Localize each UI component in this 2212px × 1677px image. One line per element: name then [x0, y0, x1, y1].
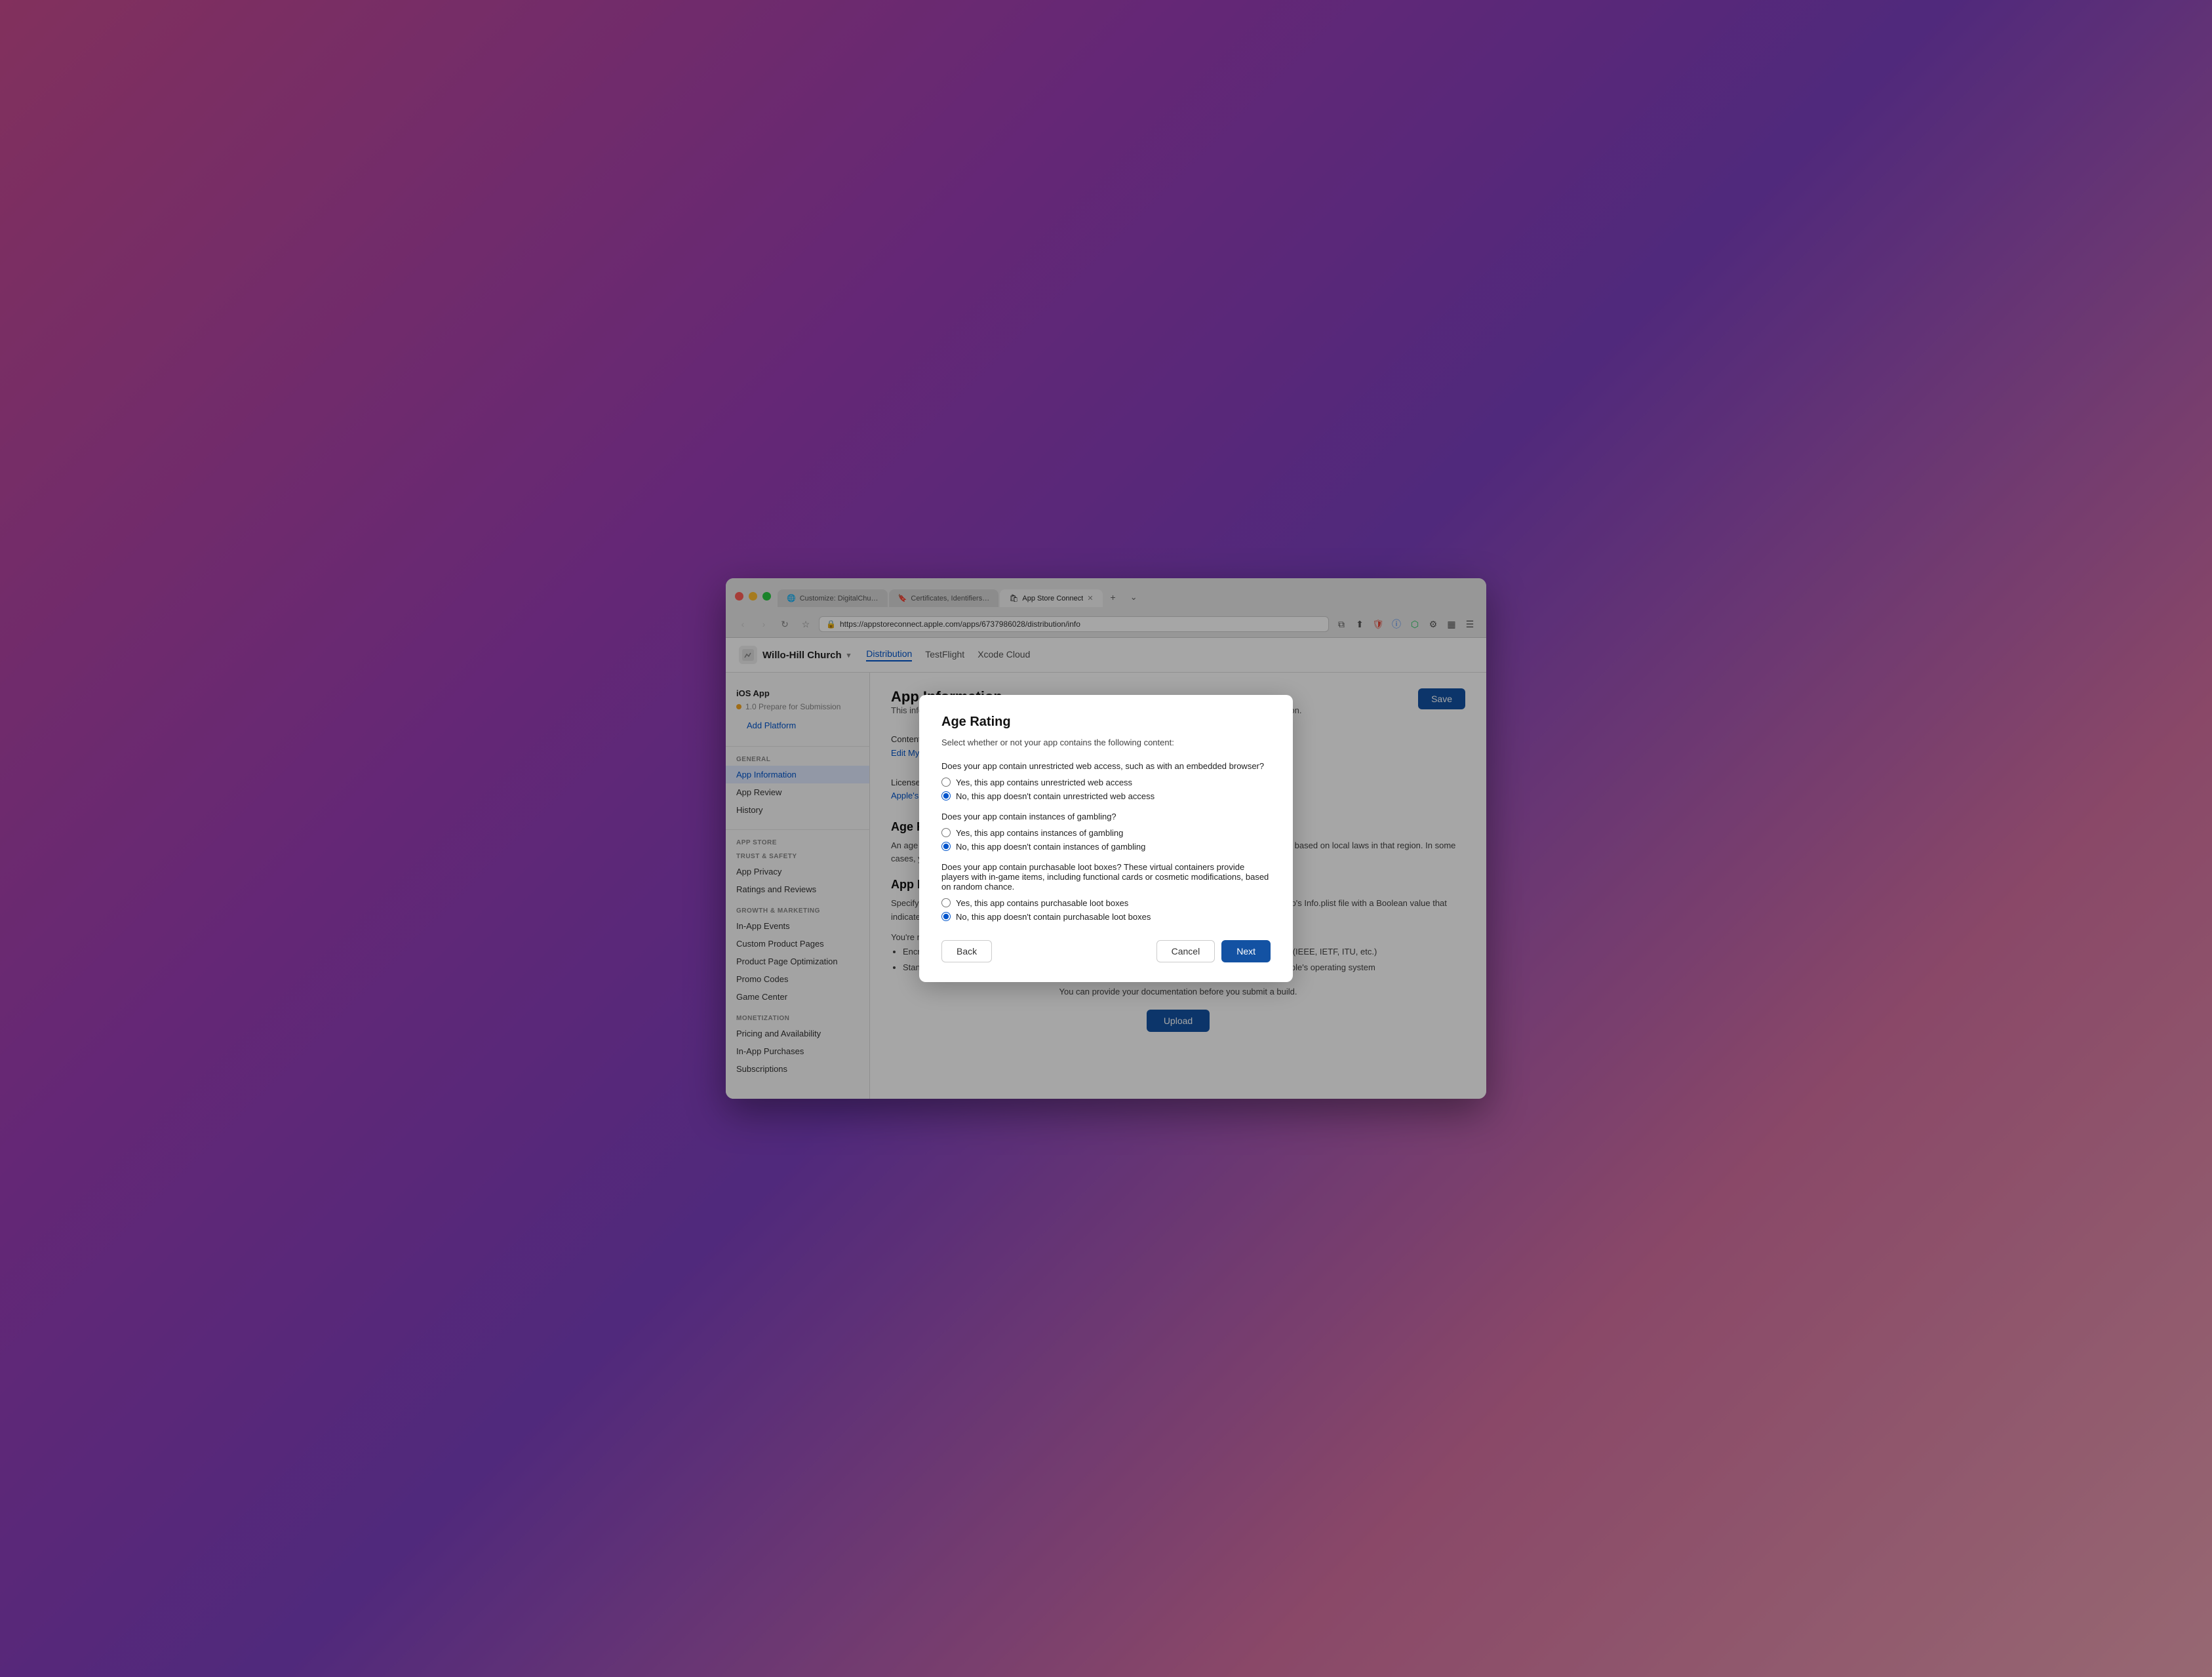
next-button[interactable]: Next: [1221, 940, 1271, 962]
modal-option-3b[interactable]: No, this app doesn't contain purchasable…: [941, 912, 1271, 922]
modal-overlay[interactable]: Age Rating Select whether or not your ap…: [0, 0, 2212, 1677]
modal-title: Age Rating: [941, 715, 1271, 730]
option-label-1b: No, this app doesn't contain unrestricte…: [956, 791, 1155, 801]
modal-question-3: Does your app contain purchasable loot b…: [941, 862, 1271, 892]
modal-question-1: Does your app contain unrestricted web a…: [941, 761, 1271, 771]
cancel-button[interactable]: Cancel: [1156, 940, 1215, 962]
modal-option-2a[interactable]: Yes, this app contains instances of gamb…: [941, 828, 1271, 838]
modal-option-1a[interactable]: Yes, this app contains unrestricted web …: [941, 778, 1271, 787]
modal-options-2: Yes, this app contains instances of gamb…: [941, 828, 1271, 852]
back-button[interactable]: Back: [941, 940, 992, 962]
radio-q1-yes[interactable]: [941, 778, 951, 787]
modal-option-2b[interactable]: No, this app doesn't contain instances o…: [941, 842, 1271, 852]
radio-q2-no[interactable]: [941, 842, 951, 851]
modal-options-1: Yes, this app contains unrestricted web …: [941, 778, 1271, 801]
radio-q3-yes[interactable]: [941, 898, 951, 907]
modal-question-2: Does your app contain instances of gambl…: [941, 812, 1271, 821]
option-label-2b: No, this app doesn't contain instances o…: [956, 842, 1145, 852]
option-label-1a: Yes, this app contains unrestricted web …: [956, 778, 1132, 787]
radio-q3-no[interactable]: [941, 912, 951, 921]
radio-q2-yes[interactable]: [941, 828, 951, 837]
modal-intro: Select whether or not your app contains …: [941, 736, 1271, 749]
modal-option-1b[interactable]: No, this app doesn't contain unrestricte…: [941, 791, 1271, 801]
radio-q1-no[interactable]: [941, 791, 951, 800]
option-label-2a: Yes, this app contains instances of gamb…: [956, 828, 1123, 838]
option-label-3b: No, this app doesn't contain purchasable…: [956, 912, 1151, 922]
option-label-3a: Yes, this app contains purchasable loot …: [956, 898, 1128, 908]
modal-footer: Back Cancel Next: [941, 940, 1271, 962]
modal-options-3: Yes, this app contains purchasable loot …: [941, 898, 1271, 922]
modal-right-buttons: Cancel Next: [1156, 940, 1271, 962]
age-rating-modal: Age Rating Select whether or not your ap…: [919, 695, 1293, 982]
modal-option-3a[interactable]: Yes, this app contains purchasable loot …: [941, 898, 1271, 908]
